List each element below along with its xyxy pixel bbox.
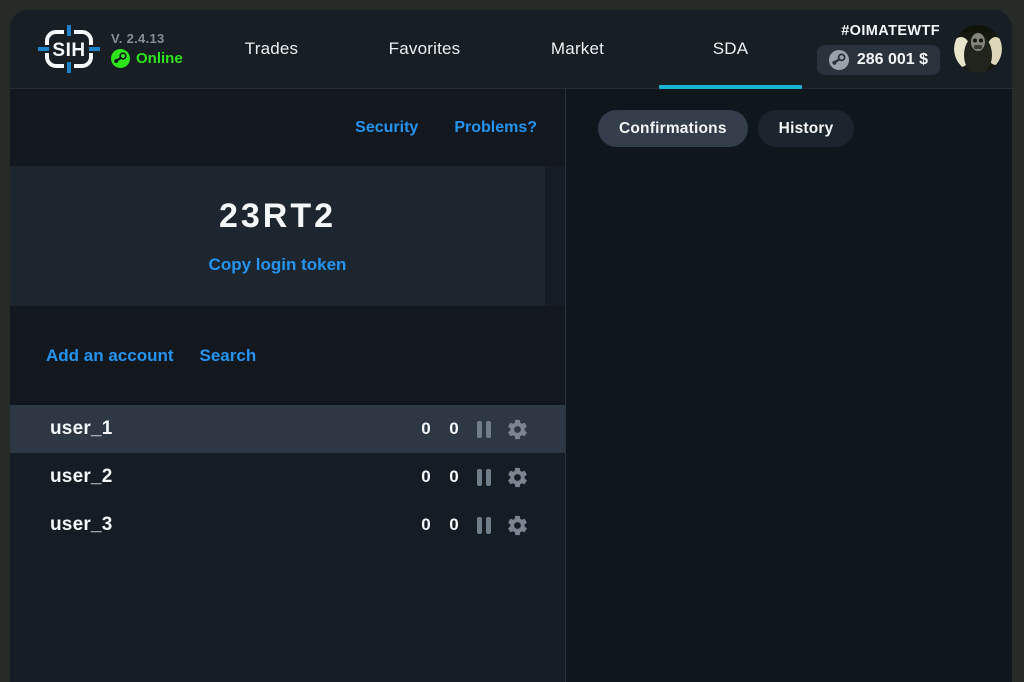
content: Security Problems? 23RT2 Copy login toke… — [10, 89, 1012, 682]
account-row-user-1[interactable]: user_1 0 0 — [10, 405, 565, 453]
pause-icon[interactable] — [477, 421, 491, 438]
sda-right-panel: Confirmations History — [566, 89, 1012, 682]
steam-balance-icon — [829, 50, 849, 70]
pause-icon[interactable] — [477, 517, 491, 534]
logo-text: SIH — [52, 40, 85, 61]
pause-icon[interactable] — [477, 469, 491, 486]
links-bar: Security Problems? — [10, 89, 565, 166]
count-badge: 0 — [419, 515, 433, 535]
tab-label: Favorites — [389, 39, 461, 59]
account-row-user-2[interactable]: user_2 0 0 — [10, 453, 565, 501]
main-nav: Trades Favorites Market SDA — [195, 10, 807, 88]
account-area: #OIMATEWTF 286 001 $ — [817, 23, 1012, 75]
account-name: user_1 — [50, 418, 405, 440]
tab-favorites[interactable]: Favorites — [348, 10, 501, 88]
balance-amount: 286 001 $ — [857, 51, 928, 69]
online-status: Online — [111, 49, 183, 68]
search-link[interactable]: Search — [200, 346, 257, 366]
copy-login-token-link[interactable]: Copy login token — [209, 255, 347, 275]
app-window: SIH V. 2.4.13 Online — [10, 10, 1012, 682]
avatar[interactable] — [954, 25, 1002, 73]
tab-market[interactable]: Market — [501, 10, 654, 88]
count-badge: 0 — [447, 419, 461, 439]
tab-sda[interactable]: SDA — [654, 10, 807, 88]
tab-label: Trades — [245, 39, 298, 59]
balance-pill[interactable]: 286 001 $ — [817, 45, 940, 75]
tab-label: Confirmations — [619, 120, 727, 138]
problems-link[interactable]: Problems? — [454, 119, 537, 137]
brand-meta: V. 2.4.13 Online — [111, 31, 183, 68]
tab-history[interactable]: History — [758, 110, 855, 147]
gear-icon[interactable] — [506, 418, 529, 441]
steam-online-icon — [111, 49, 130, 68]
account-name: user_2 — [50, 466, 405, 488]
sda-left-panel: Security Problems? 23RT2 Copy login toke… — [10, 89, 566, 682]
username: #OIMATEWTF — [841, 23, 940, 39]
count-badge: 0 — [419, 467, 433, 487]
app-version: V. 2.4.13 — [111, 31, 183, 46]
actions-bar: Add an account Search — [10, 306, 565, 405]
tab-label: SDA — [713, 39, 749, 59]
token-code: 23RT2 — [219, 197, 336, 236]
gear-icon[interactable] — [506, 466, 529, 489]
tab-trades[interactable]: Trades — [195, 10, 348, 88]
account-row-user-3[interactable]: user_3 0 0 — [10, 501, 565, 549]
tab-label: Market — [551, 39, 604, 59]
gear-icon[interactable] — [506, 514, 529, 537]
tab-confirmations[interactable]: Confirmations — [598, 110, 748, 147]
count-badge: 0 — [447, 515, 461, 535]
brand: SIH V. 2.4.13 Online — [10, 25, 183, 73]
count-badge: 0 — [419, 419, 433, 439]
count-badge: 0 — [447, 467, 461, 487]
login-token-card: 23RT2 Copy login token — [10, 166, 545, 306]
security-link[interactable]: Security — [355, 119, 418, 137]
top-bar: SIH V. 2.4.13 Online — [10, 10, 1012, 89]
tab-label: History — [779, 120, 834, 138]
add-account-link[interactable]: Add an account — [46, 346, 174, 366]
account-list: user_1 0 0 user_2 0 0 — [10, 405, 565, 682]
sih-logo-icon: SIH — [38, 25, 100, 73]
online-status-label: Online — [136, 50, 183, 67]
account-name: user_3 — [50, 514, 405, 536]
account-info: #OIMATEWTF 286 001 $ — [817, 23, 940, 75]
